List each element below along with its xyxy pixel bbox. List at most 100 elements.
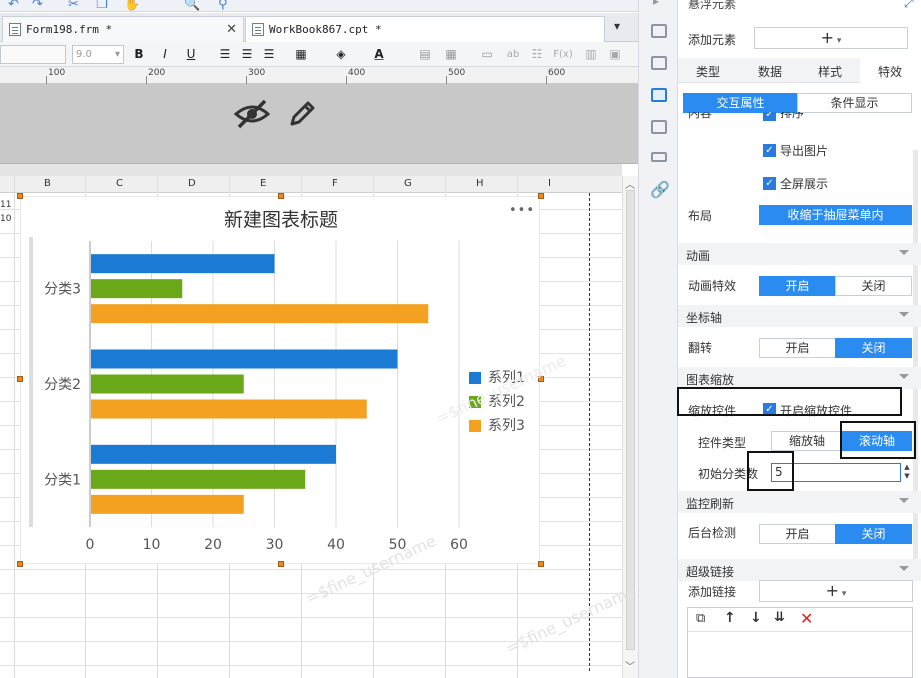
column-header-cell[interactable]: E xyxy=(260,178,266,189)
float-element-icon[interactable] xyxy=(651,88,667,102)
widget-settings-icon[interactable] xyxy=(651,120,667,134)
column-header-cell[interactable]: C xyxy=(116,178,123,189)
bg-close-button[interactable]: 关闭 xyxy=(835,524,912,544)
formula-icon[interactable]: F(x) xyxy=(550,45,576,64)
chart-widget[interactable]: 新建图表标题 ••• 0 10 20 30 40 50 60 分类1 分类2 分类3 系列1 系列… xyxy=(20,196,540,564)
image-icon[interactable]: ▣ xyxy=(606,45,624,64)
flip-open-button[interactable]: 开启 xyxy=(759,338,836,358)
anim-open-button[interactable]: 开启 xyxy=(759,276,836,296)
sort-checkbox[interactable]: ✓ xyxy=(763,112,776,121)
resize-handle[interactable] xyxy=(17,376,23,382)
column-header-cell[interactable]: D xyxy=(188,178,196,189)
section-monitor[interactable]: 监控刷新 xyxy=(678,491,921,513)
copy-icon[interactable]: ⧉ xyxy=(696,611,705,626)
bar[interactable] xyxy=(91,254,275,274)
font-size-select[interactable]: 9.0 ▾ xyxy=(72,45,124,64)
line-icon[interactable]: ▭ xyxy=(478,45,496,64)
collapse-arrow-icon[interactable]: ▸ xyxy=(653,0,659,8)
bg-open-button[interactable]: 开启 xyxy=(759,524,836,544)
text-field-icon[interactable]: ab xyxy=(502,45,524,64)
export-image-label: 导出图片 xyxy=(780,144,829,158)
bar[interactable] xyxy=(91,349,398,369)
align-left-icon[interactable]: ☰ xyxy=(216,45,234,64)
tab-type[interactable]: 类型 xyxy=(696,63,720,80)
resize-handle[interactable] xyxy=(17,193,23,199)
bar[interactable] xyxy=(91,399,367,419)
export-image-checkbox[interactable]: ✓ xyxy=(763,144,776,157)
subtab-condition[interactable]: 条件显示 xyxy=(797,93,912,113)
grid-icon[interactable]: ▦ xyxy=(442,45,460,64)
tab-workbook867[interactable]: WorkBook867.cpt * xyxy=(245,16,605,42)
column-header: B C D E F G H I xyxy=(0,176,622,193)
column-header-cell[interactable]: B xyxy=(44,178,51,189)
close-icon[interactable]: ✕ xyxy=(226,22,237,37)
delete-icon[interactable]: ✕ xyxy=(800,609,813,628)
location-icon[interactable]: ⚲ xyxy=(218,0,228,12)
move-up-icon[interactable]: ↑ xyxy=(724,610,736,626)
sort-icon[interactable]: ⇊ xyxy=(774,610,785,625)
hyperlink-icon[interactable]: 🔗 xyxy=(650,180,670,199)
bar[interactable] xyxy=(91,494,244,514)
condition-attribute-icon[interactable] xyxy=(651,152,667,162)
bar[interactable] xyxy=(91,374,244,394)
chart-icon[interactable]: ▥ xyxy=(582,45,600,64)
resize-handle[interactable] xyxy=(538,193,544,199)
column-header-cell[interactable]: G xyxy=(404,178,412,189)
border-icon[interactable]: ▦ xyxy=(292,45,310,64)
eye-hidden-icon[interactable] xyxy=(234,98,270,130)
move-down-icon[interactable]: ↓ xyxy=(750,610,762,626)
tab-data[interactable]: 数据 xyxy=(758,63,782,80)
font-color-button[interactable]: A xyxy=(370,45,388,64)
cut-icon[interactable]: ✂ xyxy=(68,0,79,12)
fullscreen-checkbox[interactable]: ✓ xyxy=(763,177,776,190)
number-spinner[interactable]: ▲ ▼ xyxy=(901,463,913,482)
add-element-button[interactable]: + ▾ xyxy=(754,27,908,49)
edit-pencil-icon[interactable] xyxy=(286,98,318,130)
legend-label[interactable]: 系列3 xyxy=(488,415,525,435)
tab-effects[interactable]: 特效 xyxy=(878,63,902,80)
font-family-select[interactable] xyxy=(0,45,66,64)
bar[interactable] xyxy=(91,279,183,299)
preview-icon[interactable]: 🔍 xyxy=(184,0,200,12)
anim-close-button[interactable]: 关闭 xyxy=(835,276,912,296)
list-icon[interactable]: ☷ xyxy=(528,45,546,64)
italic-button[interactable]: I xyxy=(156,45,174,64)
copy-icon[interactable]: ❐ xyxy=(96,0,108,12)
flip-close-button[interactable]: 关闭 xyxy=(835,338,912,358)
section-axis[interactable]: 坐标轴 xyxy=(678,305,921,327)
align-right-icon[interactable]: ☰ xyxy=(260,45,278,64)
tab-style[interactable]: 样式 xyxy=(818,63,842,80)
paste-icon[interactable]: ✋ xyxy=(124,0,140,12)
tab-form198[interactable]: Form198.frm * ✕ xyxy=(2,16,244,42)
fill-color-icon[interactable]: ◈ xyxy=(332,45,350,64)
add-link-button[interactable]: + ▾ xyxy=(759,580,913,602)
align-center-icon[interactable]: ☰ xyxy=(238,45,256,64)
cell-attribute-icon[interactable] xyxy=(651,56,667,70)
cell-element-icon[interactable] xyxy=(651,24,667,38)
section-hyperlink[interactable]: 超级链接 xyxy=(678,559,921,581)
clipped-row: 内容 ✓ 排序 xyxy=(678,112,913,126)
resize-handle[interactable] xyxy=(17,561,23,567)
resize-handle[interactable] xyxy=(278,193,284,199)
redo-icon[interactable]: ↷ xyxy=(32,0,43,12)
column-header-cell[interactable]: I xyxy=(548,178,551,189)
bg-check-label: 后台检测 xyxy=(688,526,737,540)
bar[interactable] xyxy=(91,444,336,464)
resize-handle[interactable] xyxy=(538,561,544,567)
layout-select[interactable]: 收缩于抽屉菜单内 xyxy=(759,205,912,225)
column-header-cell[interactable]: H xyxy=(476,178,484,189)
merge-icon[interactable]: ▤ xyxy=(416,45,434,64)
resize-handle[interactable] xyxy=(278,561,284,567)
undo-icon[interactable]: ↶ xyxy=(8,0,19,12)
tab-menu-icon[interactable]: ▾ xyxy=(614,19,620,33)
section-animation[interactable]: 动画 xyxy=(678,243,921,265)
column-header-cell[interactable]: F xyxy=(332,178,338,189)
zoom-axis-button[interactable]: 缩放轴 xyxy=(771,431,843,451)
bar[interactable] xyxy=(91,304,429,324)
subtab-interaction[interactable]: 交互属性 xyxy=(683,93,798,113)
section-zoom[interactable]: 图表缩放 xyxy=(678,367,921,389)
bar[interactable] xyxy=(91,469,306,489)
underline-button[interactable]: U xyxy=(182,45,200,64)
expand-icon[interactable]: ⤢ xyxy=(904,0,914,11)
bold-button[interactable]: B xyxy=(130,45,148,64)
